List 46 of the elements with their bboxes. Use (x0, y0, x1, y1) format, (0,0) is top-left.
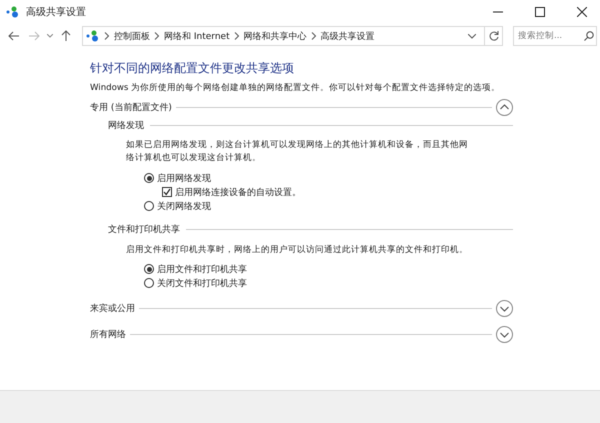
radio-button[interactable] (144, 264, 154, 274)
breadcrumb[interactable]: 网络和共享中心 (244, 30, 307, 42)
chevron-right-icon (234, 32, 240, 40)
chevron-right-icon (310, 32, 317, 40)
breadcrumb[interactable]: 控制面板 (114, 30, 150, 42)
breadcrumb[interactable]: 高级共享设置 (320, 30, 375, 42)
network-icon (86, 30, 100, 42)
collapse-button[interactable] (496, 98, 513, 116)
expand-button[interactable] (496, 326, 513, 344)
expand-button[interactable] (496, 300, 513, 318)
chevron-right-icon (104, 32, 110, 40)
forward-arrow-icon (28, 31, 40, 41)
maximize-icon (535, 7, 545, 17)
caret-icon (47, 34, 53, 38)
window-title: 高级共享设置 (26, 6, 86, 19)
address-field[interactable]: 控制面板 网络和 Internet 网络和共享中心 高级共享设置 (82, 26, 503, 46)
chevron-right-icon (154, 32, 160, 40)
refresh-icon (488, 31, 498, 41)
up-arrow-icon (61, 30, 71, 42)
radio-button[interactable] (144, 201, 154, 212)
profile-header: 来宾或公用 (90, 302, 135, 316)
chevron-down-icon (500, 332, 509, 338)
radio-option[interactable]: 关闭文件和打印机共享 (144, 276, 247, 290)
radio-option[interactable]: 启用文件和打印机共享 (144, 262, 247, 276)
chevron-up-icon (500, 104, 509, 110)
search-field[interactable]: 搜索控制... (513, 26, 597, 46)
checkbox[interactable] (162, 187, 172, 198)
radio-button[interactable] (144, 278, 154, 288)
radio-button[interactable] (144, 173, 154, 184)
chevron-down-icon (500, 306, 509, 312)
breadcrumb[interactable]: 网络和 Internet (164, 30, 230, 42)
radio-option[interactable]: 关闭网络发现 (144, 200, 211, 213)
page-heading: 针对不同的网络配置文件更改共享选项 (90, 60, 295, 77)
section-description: 如果已启用网络发现，则这台计算机可以发现网络上的其他计算机和设备，而且其他网络计算机也可以发现这台计算机。 (126, 139, 469, 166)
close-icon (577, 7, 587, 17)
section-description: 启用文件和打印机共享时，网络上的用户可以访问通过此计算机共享的文件和打印机。 (126, 244, 469, 257)
radio-option[interactable]: 启用网络发现 (144, 172, 211, 185)
profile-header: 所有网络 (90, 328, 126, 342)
profile-header: 专用 (当前配置文件) (90, 102, 172, 114)
dropdown-caret-icon[interactable] (468, 34, 476, 38)
section-title: 文件和打印机共享 (108, 224, 180, 236)
back-arrow-icon (8, 31, 20, 41)
section-title: 网络发现 (108, 120, 144, 132)
network-icon (6, 6, 20, 18)
page-description: Windows 为你所使用的每个网络创建单独的网络配置文件。你可以针对每个配置文件选择特定的选项。 (90, 82, 502, 94)
checkbox-option[interactable]: 启用网络连接设备的自动设置。 (162, 186, 301, 199)
